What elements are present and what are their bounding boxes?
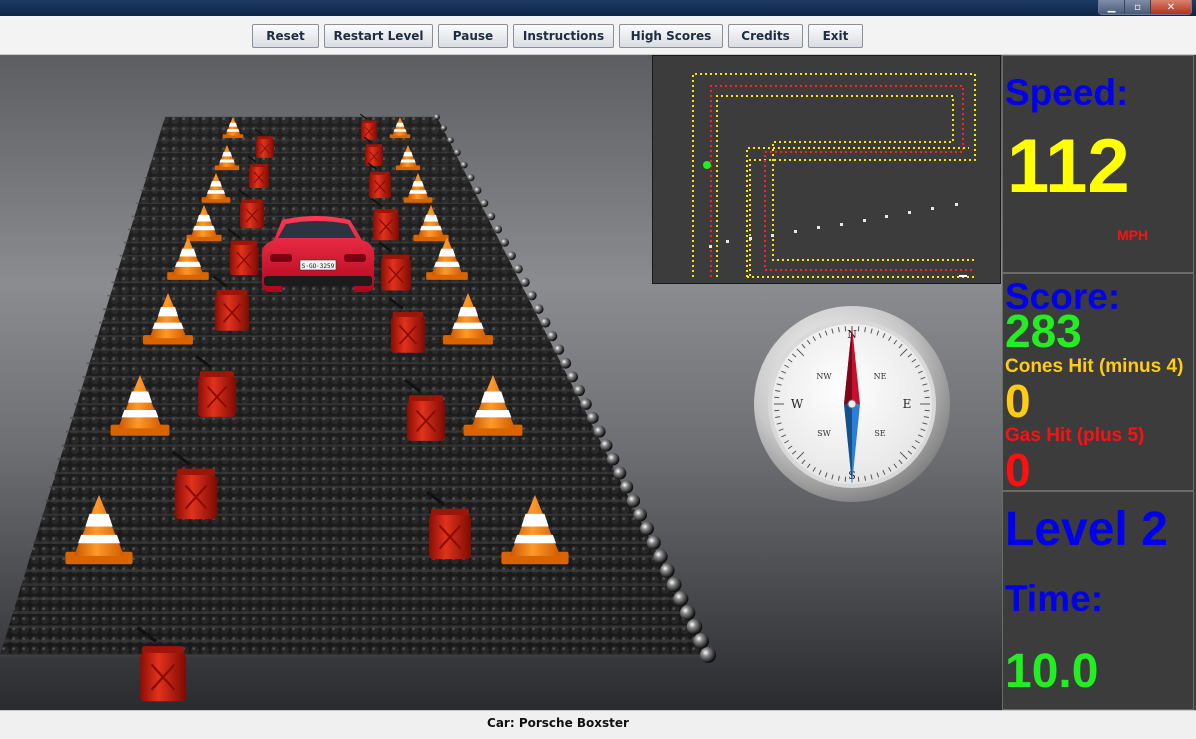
restart-level-button[interactable]: Restart Level [324,24,433,48]
speed-box: Speed: 112 MPH [1002,55,1194,273]
compass-sw: SW [817,429,831,438]
window-titlebar: ▁ ▫ ✕ [0,0,1196,16]
score-box: Score: 283 Cones Hit (minus 4) 0 Gas Hit… [1002,273,1194,491]
score-value: 283 [1005,306,1082,356]
minimap-track-center [711,86,973,277]
compass-w: W [791,397,804,411]
cones-hit-value: 0 [1005,376,1031,426]
minimap-track-inner [717,96,975,277]
compass: N S E W NW NE SW SE [752,304,952,504]
level-label: Level 2 [1005,502,1168,557]
cones-hit-label: Cones Hit (minus 4) [1005,356,1183,378]
time-value: 10.0 [1005,644,1098,699]
minimap-player-dot [703,161,711,169]
level-time-box: Level 2 Time: 10.0 [1002,491,1194,710]
license-plate: S·GO·3259 [302,263,335,270]
hud-panel: Speed: 112 MPH Score: 283 Cones Hit (min… [1002,55,1196,710]
minimap-track-outer [693,74,975,277]
status-bar: Car: Porsche Boxster [0,710,1196,739]
minimize-button[interactable]: ▁ [1099,0,1125,14]
instructions-button[interactable]: Instructions [513,24,614,48]
speed-label: Speed: [1005,72,1128,114]
credits-button[interactable]: Credits [728,24,803,48]
window-controls: ▁ ▫ ✕ [1098,0,1192,15]
compass-e: E [903,397,912,411]
compass-se: SE [874,429,885,438]
maximize-button[interactable]: ▫ [1125,0,1151,14]
gas-hit-value: 0 [1005,445,1031,495]
compass-nw: NW [816,372,832,381]
speed-value: 112 [1007,126,1130,208]
pause-button[interactable]: Pause [438,24,508,48]
speed-unit: MPH [1117,227,1148,243]
close-button[interactable]: ✕ [1151,0,1191,14]
high-scores-button[interactable]: High Scores [619,24,723,48]
reset-button[interactable]: Reset [252,24,319,48]
car-name-label: Car: Porsche Boxster [0,716,1116,730]
toolbar: Reset Restart Level Pause Instructions H… [0,16,1196,55]
compass-ne: NE [874,372,887,381]
exit-button[interactable]: Exit [808,24,863,48]
minimap [652,55,1001,284]
time-label: Time: [1005,578,1103,620]
